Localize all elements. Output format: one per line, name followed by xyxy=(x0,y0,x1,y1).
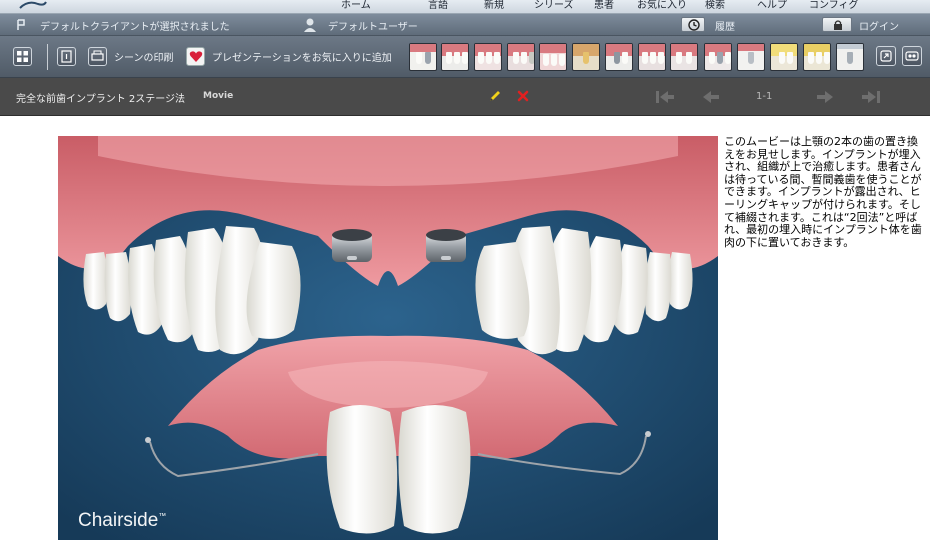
menu-language[interactable]: 言語 xyxy=(428,0,448,14)
printer-icon xyxy=(91,50,104,61)
procedure-thumbnail[interactable] xyxy=(770,43,798,71)
page-icon xyxy=(61,50,72,63)
add-favorite-button[interactable] xyxy=(186,47,205,66)
client-flag-icon xyxy=(17,19,25,30)
menu-home[interactable]: ホーム xyxy=(341,0,371,14)
delete-icon[interactable] xyxy=(517,90,529,102)
healing-cap xyxy=(332,229,372,262)
procedure-thumbnail[interactable] xyxy=(474,43,502,71)
media-type-badge: Movie xyxy=(203,91,234,101)
procedure-thumbnail[interactable] xyxy=(836,43,864,71)
menu-search[interactable]: 検索 xyxy=(705,0,725,14)
video-button[interactable] xyxy=(902,46,922,66)
toolbar-divider xyxy=(47,44,48,70)
single-view-button[interactable] xyxy=(57,47,76,66)
movie-title: 完全な前歯インプラント 2ステージ法 xyxy=(16,94,186,105)
status-bar: デフォルトクライアントが選択されました デフォルトユーザー 履歴 ログイン xyxy=(0,14,930,36)
procedure-thumbnail[interactable] xyxy=(803,43,831,71)
procedure-thumbnail[interactable] xyxy=(507,43,535,71)
procedure-thumbnail[interactable] xyxy=(737,43,765,71)
movie-viewer[interactable]: Chairside™ xyxy=(58,136,718,540)
menu-patient[interactable]: 患者 xyxy=(594,0,614,14)
print-scene-button[interactable] xyxy=(88,47,107,66)
clock-icon xyxy=(688,19,700,31)
print-scene-label[interactable]: シーンの印刷 xyxy=(114,49,174,64)
menu-favorites[interactable]: お気に入り xyxy=(637,0,687,14)
procedure-thumbnail[interactable] xyxy=(638,43,666,71)
last-page-icon[interactable] xyxy=(860,88,882,106)
user-icon xyxy=(304,18,316,32)
layout-grid-button[interactable] xyxy=(13,47,32,66)
toolbar: シーンの印刷 プレゼンテーションをお気に入りに追加 xyxy=(0,36,930,78)
history-button[interactable] xyxy=(681,17,705,32)
pencil-icon[interactable] xyxy=(488,89,502,103)
healing-cap xyxy=(426,229,466,262)
menu-config[interactable]: コンフィグ xyxy=(809,0,859,14)
top-menu-bar: ホーム 言語 新規 シリーズ 患者 お気に入り 検索 ヘルプ コンフィグ xyxy=(0,0,930,14)
procedure-thumbnail[interactable] xyxy=(539,43,567,71)
history-label[interactable]: 履歴 xyxy=(715,18,735,33)
menu-new[interactable]: 新規 xyxy=(484,0,504,14)
page-counter: 1-1 xyxy=(756,91,773,102)
heart-icon xyxy=(189,51,203,62)
menu-help[interactable]: ヘルプ xyxy=(757,0,787,14)
movie-title-bar: 完全な前歯インプラント 2ステージ法 Movie 1-1 xyxy=(0,78,930,116)
previous-page-icon[interactable] xyxy=(701,88,721,106)
lock-icon xyxy=(834,20,842,30)
grid-icon xyxy=(17,51,28,62)
procedure-thumbnail[interactable] xyxy=(605,43,633,71)
login-button[interactable] xyxy=(822,17,852,32)
fullscreen-button[interactable] xyxy=(876,46,896,66)
procedure-thumbnail[interactable] xyxy=(572,43,600,71)
first-page-icon[interactable] xyxy=(654,88,676,106)
movie-description: このムービーは上顎の2本の歯の置き換えをお見せします。インプラントが埋入され、組… xyxy=(724,135,922,249)
user-name[interactable]: デフォルトユーザー xyxy=(328,18,418,33)
procedure-thumbnail[interactable] xyxy=(441,43,469,71)
procedure-thumbnail[interactable] xyxy=(670,43,698,71)
menu-series[interactable]: シリーズ xyxy=(534,0,574,14)
add-favorite-label[interactable]: プレゼンテーションをお気に入りに追加 xyxy=(212,49,392,64)
dental-implant-illustration xyxy=(58,136,718,540)
login-label[interactable]: ログイン xyxy=(859,18,899,33)
procedure-thumbnail[interactable] xyxy=(704,43,732,71)
client-status: デフォルトクライアントが選択されました xyxy=(40,22,230,33)
chairside-watermark: Chairside™ xyxy=(78,510,167,531)
expand-icon xyxy=(880,50,892,62)
camera-icon xyxy=(905,51,919,61)
app-logo-icon xyxy=(19,1,47,9)
next-page-icon[interactable] xyxy=(815,88,835,106)
procedure-thumbnail[interactable] xyxy=(409,43,437,71)
